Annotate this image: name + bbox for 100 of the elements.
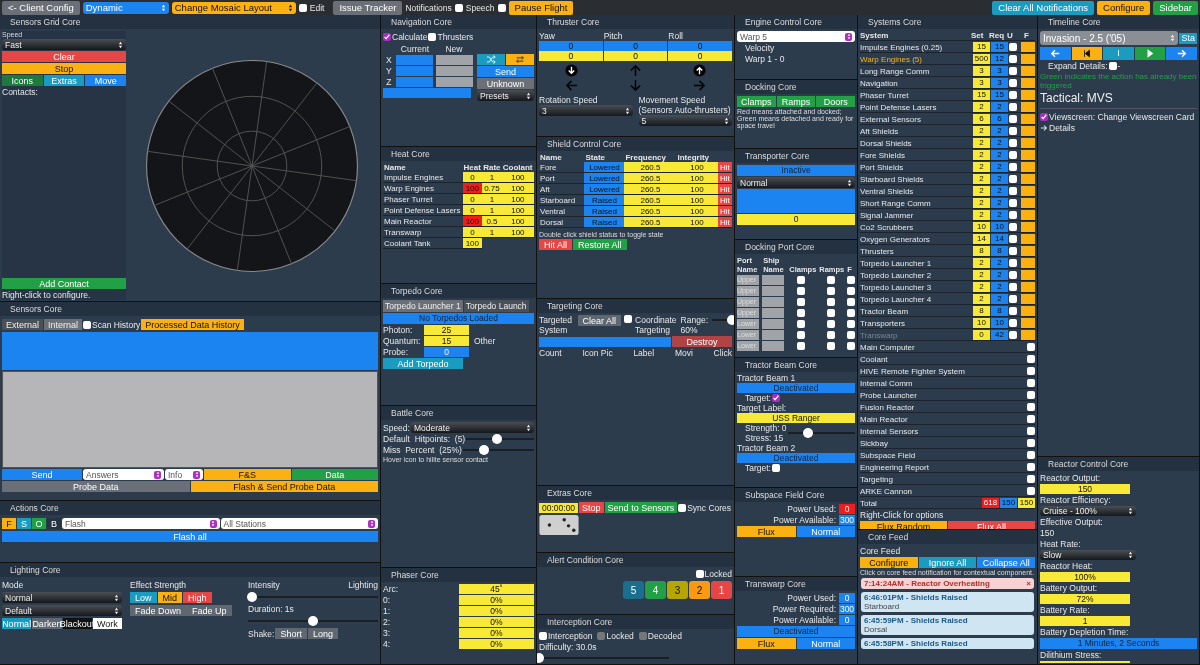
port-checkbox[interactable] xyxy=(847,298,855,306)
light-mode-button[interactable]: Darken xyxy=(32,618,62,629)
flux-toggle[interactable] xyxy=(1021,174,1035,184)
flash-send-button[interactable]: F&S xyxy=(204,469,291,480)
edit-checkbox[interactable] xyxy=(298,3,307,12)
flux-toggle[interactable] xyxy=(1021,210,1035,220)
feed-button[interactable]: Configure xyxy=(860,557,918,568)
set-power[interactable]: 2 xyxy=(973,258,990,268)
flux-toggle[interactable] xyxy=(1021,150,1035,160)
expand-details-checkbox[interactable] xyxy=(1108,62,1117,70)
system-checkbox[interactable] xyxy=(1027,343,1035,351)
beam-status[interactable]: Deactivated xyxy=(737,383,855,393)
system-checkbox[interactable] xyxy=(1009,79,1017,87)
alert-level-button[interactable]: 3 xyxy=(667,581,688,599)
port-checkbox[interactable] xyxy=(847,331,855,339)
set-power[interactable]: 6 xyxy=(973,114,990,124)
flux-toggle[interactable] xyxy=(1021,90,1035,100)
system-checkbox[interactable] xyxy=(1009,115,1017,123)
destroy-button[interactable]: Destroy xyxy=(672,336,732,347)
set-power[interactable]: 500 xyxy=(973,54,990,64)
light-mode-button[interactable]: Work xyxy=(92,618,122,629)
flux-toggle[interactable] xyxy=(1021,246,1035,256)
system-checkbox[interactable] xyxy=(1009,151,1017,159)
flux-toggle[interactable] xyxy=(1021,330,1035,340)
launcher-tab[interactable]: Torpedo Launch xyxy=(463,300,529,312)
set-power[interactable]: 2 xyxy=(973,198,990,208)
locked-checkbox[interactable] xyxy=(695,570,704,578)
pause-button[interactable]: I xyxy=(1103,46,1134,60)
ship-name-field[interactable] xyxy=(762,308,784,318)
scan-history-checkbox[interactable] xyxy=(83,320,92,329)
system-checkbox[interactable] xyxy=(1027,439,1035,447)
shield-state[interactable]: Raised xyxy=(584,194,625,206)
set-power[interactable]: 2 xyxy=(973,126,990,136)
ship-name-field[interactable] xyxy=(762,275,784,285)
system-checkbox[interactable] xyxy=(1009,295,1017,303)
flux-toggle[interactable] xyxy=(1021,282,1035,292)
alert-level-button[interactable]: 5 xyxy=(623,581,644,599)
strength-button[interactable]: Low xyxy=(130,592,157,603)
set-power[interactable]: 8 xyxy=(973,306,990,316)
flux-toggle[interactable] xyxy=(1021,114,1035,124)
port-checkbox[interactable] xyxy=(847,309,855,317)
system-checkbox[interactable] xyxy=(1027,487,1035,495)
set-power[interactable]: 2 xyxy=(973,186,990,196)
system-checkbox[interactable] xyxy=(1009,91,1017,99)
back-button[interactable]: <- Client Config xyxy=(2,0,80,15)
rotation-speed-dropdown[interactable]: 3 xyxy=(539,105,633,116)
swap-button[interactable] xyxy=(506,54,534,65)
mode-dropdown[interactable]: Normal xyxy=(2,592,122,603)
set-power[interactable]: 3 xyxy=(973,66,990,76)
set-power[interactable]: 2 xyxy=(973,210,990,220)
system-checkbox[interactable] xyxy=(1009,223,1017,231)
mode-button[interactable]: Icons xyxy=(2,75,43,86)
presets-dropdown[interactable]: Presets xyxy=(477,90,534,101)
flux-toggle[interactable] xyxy=(1021,186,1035,196)
preset-dropdown[interactable]: Default xyxy=(2,605,122,616)
notifications-checkbox[interactable] xyxy=(454,3,463,12)
transporter-mode-dropdown[interactable]: Normal xyxy=(737,177,855,188)
system-checkbox[interactable] xyxy=(1009,103,1017,111)
clamps-checkbox[interactable] xyxy=(797,331,805,339)
system-checkbox[interactable] xyxy=(1009,307,1017,315)
clamps-checkbox[interactable] xyxy=(797,309,805,317)
set-power[interactable]: 2 xyxy=(973,282,990,292)
system-checkbox[interactable] xyxy=(1009,247,1017,255)
normal-button[interactable]: Normal xyxy=(796,638,855,649)
docking-button[interactable]: Clamps xyxy=(737,96,776,107)
flux-toggle[interactable] xyxy=(1021,294,1035,304)
mode-button[interactable]: Move xyxy=(85,75,126,86)
slider-thumb[interactable] xyxy=(537,653,544,663)
info-dropdown[interactable]: Info xyxy=(165,469,203,480)
probe-data-button[interactable]: Probe Data xyxy=(2,481,190,492)
flux-toggle[interactable] xyxy=(1021,234,1035,244)
notification-card[interactable]: 7:14:24AM - Reactor Overheating × xyxy=(861,578,1034,589)
target-checkbox[interactable] xyxy=(772,394,780,402)
alert-level-button[interactable]: 4 xyxy=(645,581,666,599)
system-checkbox[interactable] xyxy=(1009,331,1017,339)
slider-thumb[interactable] xyxy=(802,428,813,438)
next-button[interactable] xyxy=(1166,46,1197,60)
set-power[interactable]: 14 xyxy=(973,234,990,244)
flux-toggle[interactable] xyxy=(1021,102,1035,112)
sensor-tab[interactable]: External xyxy=(2,319,44,330)
restore-all-button[interactable]: Restore All xyxy=(573,239,627,250)
flux-toggle[interactable] xyxy=(1021,258,1035,268)
port-checkbox[interactable] xyxy=(847,276,855,284)
system-checkbox[interactable] xyxy=(1009,187,1017,195)
feed-button[interactable]: Ignore All xyxy=(918,557,977,568)
clamps-checkbox[interactable] xyxy=(797,298,805,306)
sync-cores-checkbox[interactable] xyxy=(678,503,687,512)
coordinate-checkbox[interactable] xyxy=(624,315,632,323)
alert-level-button[interactable]: 1 xyxy=(711,581,732,599)
flux-toggle[interactable] xyxy=(1021,54,1035,64)
ramps-checkbox[interactable] xyxy=(827,276,835,284)
system-checkbox[interactable] xyxy=(1009,259,1017,267)
slider-thumb[interactable] xyxy=(308,616,318,626)
system-checkbox[interactable] xyxy=(1027,379,1035,387)
set-power[interactable]: 2 xyxy=(973,270,990,280)
dice-icon[interactable] xyxy=(539,514,579,536)
clamps-checkbox[interactable] xyxy=(797,342,805,350)
ramps-checkbox[interactable] xyxy=(827,298,835,306)
flux-toggle[interactable] xyxy=(1021,306,1035,316)
flux-toggle[interactable] xyxy=(1021,138,1035,148)
